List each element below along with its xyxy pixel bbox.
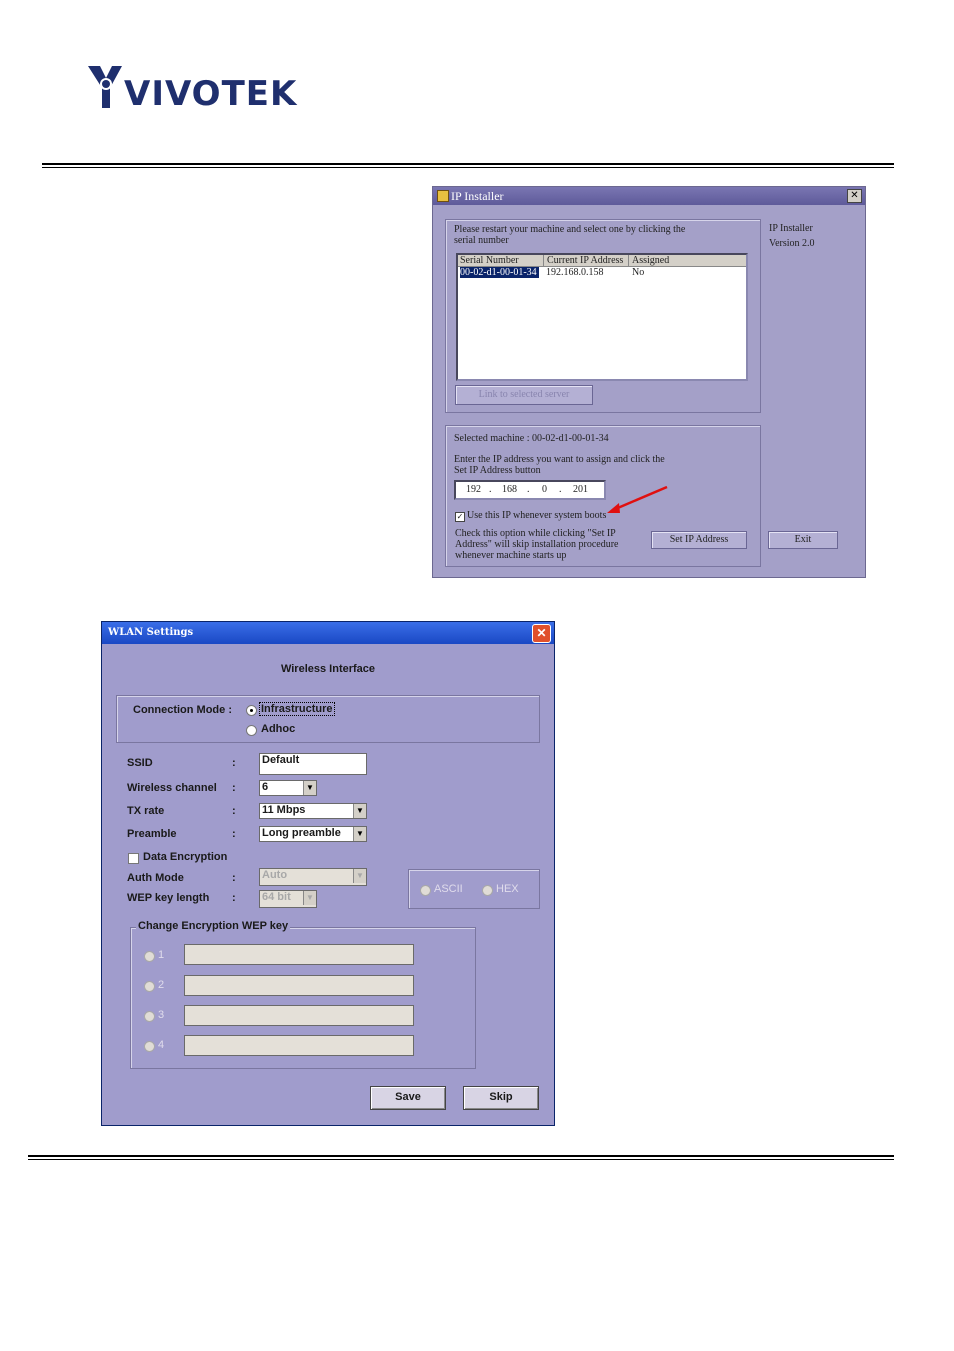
wep-length-value: 64 bit (262, 891, 291, 903)
adhoc-label[interactable]: Adhoc (261, 723, 295, 735)
colon: : (232, 782, 236, 794)
radio-key-1[interactable] (144, 951, 155, 962)
channel-value: 6 (262, 781, 269, 793)
ip-installer-window: IP Installer ✕ Please restart your machi… (432, 186, 866, 578)
selected-machine: Selected machine : 00-02-d1-00-01-34 (454, 433, 609, 444)
key-2-label: 2 (158, 979, 165, 991)
wireless-interface-heading: Wireless Interface (280, 663, 376, 675)
instruction-text: Please restart your machine and select o… (454, 224, 686, 246)
radio-adhoc[interactable] (246, 725, 257, 736)
data-encryption-label[interactable]: Data Encryption (143, 851, 227, 863)
colon: : (232, 892, 236, 904)
preamble-value: Long preamble (262, 827, 341, 839)
table-row[interactable]: 00-02-d1-00-01-34 192.168.0.158 No (458, 267, 746, 278)
red-arrow-icon (607, 485, 668, 513)
col-ip[interactable]: Current IP Address (543, 255, 623, 266)
key-4-label: 4 (158, 1039, 165, 1051)
ip-installer-titlebar: IP Installer ✕ (433, 187, 865, 205)
chevron-down-icon[interactable]: ▼ (353, 804, 366, 818)
colon: : (232, 828, 236, 840)
logo-mark-icon (88, 66, 122, 108)
save-button[interactable]: Save (370, 1086, 446, 1110)
radio-ascii[interactable] (420, 885, 431, 896)
wlan-settings-window: WLAN Settings ✕ Wireless Interface Conne… (101, 621, 555, 1126)
ip-octet-1[interactable]: 192 (466, 484, 481, 495)
ip-dot: . (559, 484, 562, 495)
wep-length-select[interactable]: 64 bit ▼ (259, 890, 317, 908)
col-assigned[interactable]: Assigned (628, 255, 669, 266)
top-divider (42, 163, 894, 168)
colon: : (232, 872, 236, 884)
app-icon (437, 190, 449, 202)
wlan-title: WLAN Settings (108, 627, 194, 638)
exit-button[interactable]: Exit (768, 531, 838, 549)
radio-key-3[interactable] (144, 1011, 155, 1022)
radio-infrastructure[interactable] (246, 705, 257, 716)
chevron-down-icon[interactable]: ▼ (353, 869, 366, 883)
tx-rate-label: TX rate (127, 805, 165, 817)
ip-dot: . (527, 484, 530, 495)
key-3-label: 3 (158, 1009, 165, 1021)
ascii-label: ASCII (434, 883, 463, 895)
chevron-down-icon[interactable]: ▼ (353, 827, 366, 841)
hex-label: HEX (496, 883, 519, 895)
wep-key-2-input[interactable] (184, 975, 414, 996)
link-server-button[interactable]: Link to selected server (455, 385, 593, 405)
close-icon[interactable]: ✕ (847, 189, 862, 203)
radio-key-2[interactable] (144, 981, 155, 992)
chevron-down-icon[interactable]: ▼ (303, 781, 316, 795)
preamble-label: Preamble (127, 828, 177, 840)
preamble-select[interactable]: Long preamble ▼ (259, 826, 367, 842)
colon: : (232, 757, 236, 769)
wlan-titlebar: WLAN Settings ✕ (102, 622, 554, 644)
auth-mode-label: Auth Mode (127, 872, 184, 884)
skip-button[interactable]: Skip (463, 1086, 539, 1110)
wep-key-group-label: Change Encryption WEP key (136, 920, 291, 932)
row-ip: 192.168.0.158 (546, 267, 604, 278)
row-serial: 00-02-d1-00-01-34 (460, 267, 539, 278)
use-ip-label: Use this IP whenever system boots (467, 510, 607, 521)
auth-mode-select[interactable]: Auto ▼ (259, 868, 367, 886)
infrastructure-label[interactable]: Infrastructure (259, 702, 335, 716)
colon: : (232, 805, 236, 817)
wep-key-3-input[interactable] (184, 1005, 414, 1026)
key-1-label: 1 (158, 949, 165, 961)
tx-rate-value: 11 Mbps (262, 804, 306, 816)
auth-mode-value: Auto (262, 869, 288, 881)
ip-octet-3[interactable]: 0 (542, 484, 547, 495)
radio-hex[interactable] (482, 885, 493, 896)
ssid-input[interactable]: Default (259, 753, 367, 775)
ip-dot: . (489, 484, 492, 495)
list-header: Serial Number Current IP Address Assigne… (458, 255, 746, 267)
ip-installer-title: IP Installer (451, 189, 504, 203)
tx-rate-select[interactable]: 11 Mbps ▼ (259, 803, 367, 819)
use-ip-checkbox[interactable]: ✓ (455, 512, 465, 522)
connection-mode-label: Connection Mode : (133, 704, 232, 716)
ip-address-input[interactable]: 192 . 168 . 0 . 201 (454, 480, 606, 500)
data-encryption-checkbox[interactable] (128, 853, 139, 864)
channel-select[interactable]: 6 ▼ (259, 780, 317, 796)
wep-length-label: WEP key length (127, 892, 210, 904)
logo-text: VIVOTEK (124, 74, 298, 114)
enter-ip-text: Enter the IP address you want to assign … (454, 454, 665, 476)
check-note: Check this option while clicking "Set IP… (455, 528, 619, 561)
close-icon[interactable]: ✕ (532, 624, 551, 643)
bottom-divider (28, 1155, 894, 1160)
wep-key-1-input[interactable] (184, 944, 414, 965)
server-list[interactable]: Serial Number Current IP Address Assigne… (456, 253, 748, 381)
app-name: IP Installer (769, 223, 813, 234)
app-version: Version 2.0 (769, 238, 815, 249)
col-serial[interactable]: Serial Number (460, 255, 519, 266)
radio-key-4[interactable] (144, 1041, 155, 1052)
ip-octet-2[interactable]: 168 (502, 484, 517, 495)
chevron-down-icon[interactable]: ▼ (303, 891, 316, 905)
ssid-label: SSID (127, 757, 153, 769)
ip-octet-4[interactable]: 201 (573, 484, 588, 495)
wep-key-4-input[interactable] (184, 1035, 414, 1056)
set-ip-button[interactable]: Set IP Address (651, 531, 747, 549)
channel-label: Wireless channel (127, 782, 217, 794)
row-assigned: No (632, 267, 645, 278)
